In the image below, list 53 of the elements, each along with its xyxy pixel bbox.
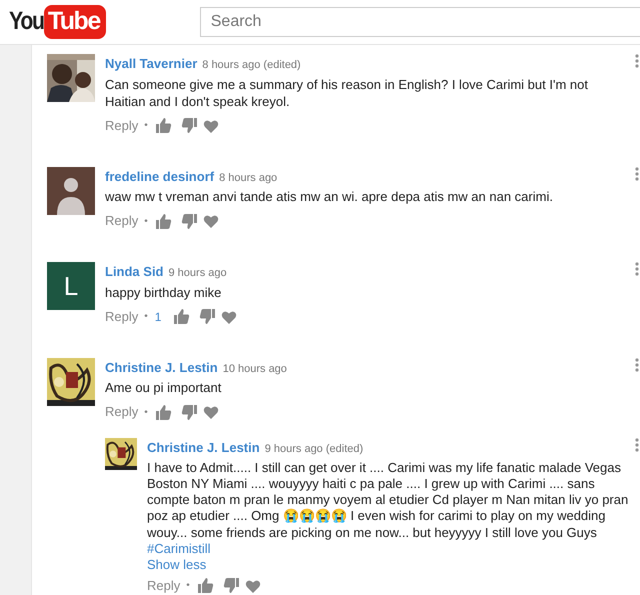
thumbs-up-icon[interactable] <box>154 212 172 230</box>
reply-button[interactable]: Reply <box>147 576 180 595</box>
separator-dot: • <box>186 579 190 594</box>
comment-text: happy birthday mike <box>105 284 222 300</box>
thumbs-down-icon[interactable] <box>180 212 198 230</box>
more-icon[interactable] <box>635 54 639 68</box>
timestamp: 8 hours ago (edited) <box>202 58 301 73</box>
author-link[interactable]: Christine J. Lestin <box>147 438 260 458</box>
thumbs-up-icon[interactable] <box>154 404 172 420</box>
more-icon[interactable] <box>635 438 639 452</box>
avatar: L <box>47 262 95 310</box>
search-field[interactable]: Search <box>200 7 640 37</box>
reply-button[interactable]: Reply <box>105 116 138 136</box>
comment-text: waw mw t vreman anvi tande atis mw an wi. apre depa atis mw an nan carimi. <box>105 188 554 205</box>
timestamp: 8 hours ago <box>219 170 278 186</box>
separator-dot: • <box>144 310 148 324</box>
heart-icon[interactable] <box>244 578 261 594</box>
logo-badge: Tube <box>44 5 106 39</box>
more-icon[interactable] <box>635 166 639 180</box>
comment-text: I have to Admit..... I still can get over it .... Carimi was my life fanatic malade Vegas Boston NY Miami .... wouyyyy haiti c pa pale .... I grew up with Carimi .... sans compte baton m pran le manmy voyem al etudier Cd player m Nan mitan liv yo pran poz ap etudier .... Omg 😭😭😭😭 I even wish for carimi to play on my wedding wouy... some friends are picking on me now... but heyyyyy I still love you Guys <box>147 460 630 541</box>
thumbs-down-icon[interactable] <box>199 308 216 325</box>
thumbs-up-icon[interactable] <box>196 577 214 594</box>
hashtag-link[interactable]: #Carimistill <box>147 540 635 558</box>
like-count: 1 <box>154 308 162 326</box>
reply-button[interactable]: Reply <box>105 306 138 326</box>
heart-icon[interactable] <box>221 308 238 324</box>
author-link[interactable]: fredeline desinorf <box>105 166 214 186</box>
thumbs-down-icon[interactable] <box>180 404 198 420</box>
logo-text: You <box>9 6 44 38</box>
timestamp: 10 hours ago <box>222 362 287 376</box>
author-link[interactable]: Nyall Tavernier <box>105 54 198 74</box>
thumbs-up-icon[interactable] <box>154 117 172 134</box>
more-icon[interactable] <box>635 358 639 372</box>
timestamp: 9 hours ago <box>168 266 227 281</box>
separator-dot: • <box>144 214 148 228</box>
thumbs-up-icon[interactable] <box>173 308 190 325</box>
separator-dot: • <box>144 119 148 133</box>
author-link[interactable]: Christine J. Lestin <box>105 358 218 377</box>
show-less-link[interactable]: Show less <box>147 557 635 574</box>
heart-icon[interactable] <box>202 404 219 420</box>
author-link[interactable]: Linda Sid <box>105 262 164 282</box>
separator-dot: • <box>144 406 148 420</box>
heart-icon[interactable] <box>202 118 219 134</box>
heart-icon[interactable] <box>202 213 219 229</box>
more-icon[interactable] <box>635 262 639 276</box>
comment-text: Ame ou pi important <box>105 379 222 396</box>
reply-button[interactable]: Reply <box>105 211 138 231</box>
thumbs-down-icon[interactable] <box>222 577 240 594</box>
comment-text: Can someone give me a summary of his reason in English? I love Carimi but I'm not Haitian and I don't speak kreyol. <box>105 76 589 110</box>
timestamp: 9 hours ago (edited) <box>264 442 364 457</box>
thumbs-down-icon[interactable] <box>180 117 198 134</box>
avatar-silhouette-icon <box>47 166 95 214</box>
reply-button[interactable]: Reply <box>105 402 138 422</box>
